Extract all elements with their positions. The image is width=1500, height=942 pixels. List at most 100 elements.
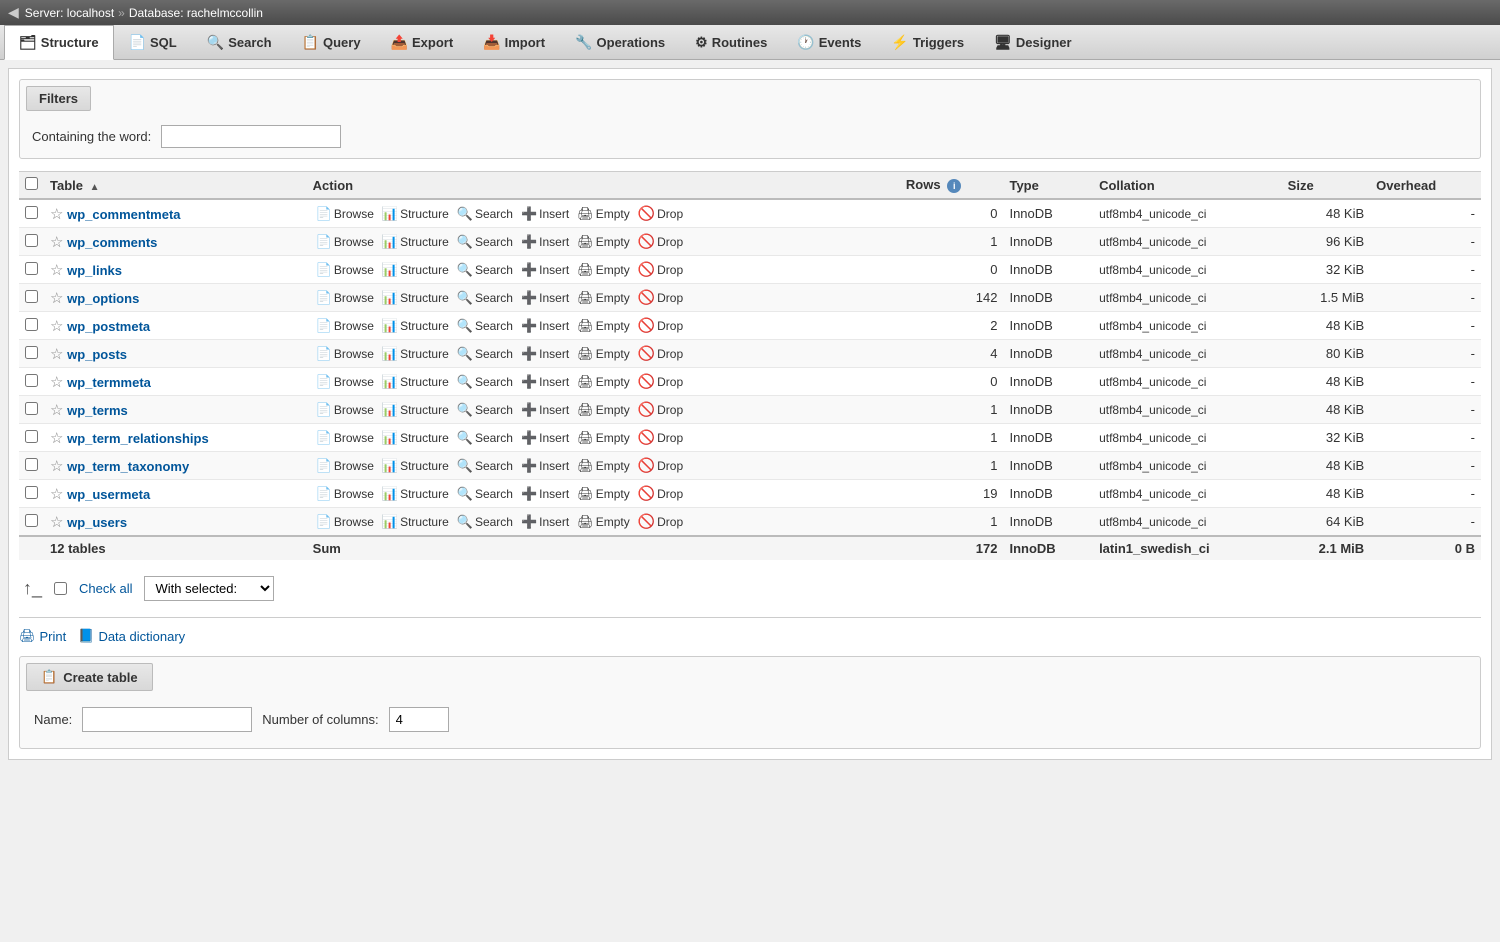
favorite-icon[interactable]: ☆ <box>50 514 63 531</box>
structure-link[interactable]: 📊 Structure <box>379 513 452 531</box>
favorite-icon[interactable]: ☆ <box>50 458 63 475</box>
empty-link[interactable]: 🖨 Empty <box>574 457 633 475</box>
row-checkbox[interactable] <box>25 486 38 499</box>
tab-structure[interactable]: 🗂 Structure <box>4 25 114 60</box>
empty-link[interactable]: 🖨 Empty <box>574 513 633 531</box>
browse-link[interactable]: 📄 Browse <box>313 401 377 419</box>
tab-export[interactable]: 📤 Export <box>376 25 469 59</box>
insert-link[interactable]: ➕ Insert <box>518 233 572 251</box>
drop-link[interactable]: 🚫 Drop <box>635 316 686 335</box>
table-name-link[interactable]: wp_options <box>67 291 139 306</box>
structure-link[interactable]: 📊 Structure <box>379 261 452 279</box>
insert-link[interactable]: ➕ Insert <box>518 513 572 531</box>
row-checkbox[interactable] <box>25 234 38 247</box>
empty-link[interactable]: 🖨 Empty <box>574 485 633 503</box>
tab-operations[interactable]: 🔧 Operations <box>560 25 680 59</box>
favorite-icon[interactable]: ☆ <box>50 430 63 447</box>
insert-link[interactable]: ➕ Insert <box>518 205 572 223</box>
table-name-link[interactable]: wp_posts <box>67 347 127 362</box>
insert-link[interactable]: ➕ Insert <box>518 429 572 447</box>
search-link[interactable]: 🔍 Search <box>454 289 516 307</box>
table-header-name[interactable]: Table ▲ <box>44 172 307 200</box>
table-name-link[interactable]: wp_postmeta <box>67 319 150 334</box>
drop-link[interactable]: 🚫 Drop <box>635 428 686 447</box>
search-link[interactable]: 🔍 Search <box>454 429 516 447</box>
tab-events[interactable]: 🕐 Events <box>782 25 876 59</box>
select-all-checkbox[interactable] <box>25 177 38 190</box>
favorite-icon[interactable]: ☆ <box>50 402 63 419</box>
empty-link[interactable]: 🖨 Empty <box>574 205 633 223</box>
browse-link[interactable]: 📄 Browse <box>313 457 377 475</box>
structure-link[interactable]: 📊 Structure <box>379 485 452 503</box>
favorite-icon[interactable]: ☆ <box>50 318 63 335</box>
drop-link[interactable]: 🚫 Drop <box>635 288 686 307</box>
table-name-link[interactable]: wp_term_relationships <box>67 431 209 446</box>
search-link[interactable]: 🔍 Search <box>454 261 516 279</box>
search-link[interactable]: 🔍 Search <box>454 401 516 419</box>
browse-link[interactable]: 📄 Browse <box>313 345 377 363</box>
table-name-link[interactable]: wp_terms <box>67 403 128 418</box>
row-checkbox[interactable] <box>25 346 38 359</box>
search-link[interactable]: 🔍 Search <box>454 317 516 335</box>
search-link[interactable]: 🔍 Search <box>454 345 516 363</box>
browse-link[interactable]: 📄 Browse <box>313 373 377 391</box>
drop-link[interactable]: 🚫 Drop <box>635 204 686 223</box>
tab-query[interactable]: 📋 Query <box>287 25 376 59</box>
row-checkbox[interactable] <box>25 206 38 219</box>
filter-input[interactable] <box>161 125 341 148</box>
table-name-link[interactable]: wp_termmeta <box>67 375 151 390</box>
search-link[interactable]: 🔍 Search <box>454 485 516 503</box>
structure-link[interactable]: 📊 Structure <box>379 457 452 475</box>
insert-link[interactable]: ➕ Insert <box>518 345 572 363</box>
search-link[interactable]: 🔍 Search <box>454 373 516 391</box>
table-name-link[interactable]: wp_comments <box>67 235 157 250</box>
empty-link[interactable]: 🖨 Empty <box>574 317 633 335</box>
structure-link[interactable]: 📊 Structure <box>379 317 452 335</box>
insert-link[interactable]: ➕ Insert <box>518 261 572 279</box>
favorite-icon[interactable]: ☆ <box>50 206 63 223</box>
row-checkbox[interactable] <box>25 402 38 415</box>
empty-link[interactable]: 🖨 Empty <box>574 289 633 307</box>
favorite-icon[interactable]: ☆ <box>50 486 63 503</box>
empty-link[interactable]: 🖨 Empty <box>574 233 633 251</box>
structure-link[interactable]: 📊 Structure <box>379 429 452 447</box>
insert-link[interactable]: ➕ Insert <box>518 317 572 335</box>
back-button[interactable]: ◀ <box>8 4 19 21</box>
search-link[interactable]: 🔍 Search <box>454 233 516 251</box>
browse-link[interactable]: 📄 Browse <box>313 289 377 307</box>
drop-link[interactable]: 🚫 Drop <box>635 344 686 363</box>
empty-link[interactable]: 🖨 Empty <box>574 345 633 363</box>
browse-link[interactable]: 📄 Browse <box>313 261 377 279</box>
tab-triggers[interactable]: ⚡ Triggers <box>876 25 979 59</box>
row-checkbox[interactable] <box>25 430 38 443</box>
rows-info-icon[interactable]: i <box>947 179 961 193</box>
check-all-checkbox[interactable] <box>54 582 67 595</box>
tab-import[interactable]: 📥 Import <box>468 25 560 59</box>
print-link[interactable]: 🖨 Print <box>19 628 66 644</box>
favorite-icon[interactable]: ☆ <box>50 346 63 363</box>
drop-link[interactable]: 🚫 Drop <box>635 232 686 251</box>
drop-link[interactable]: 🚫 Drop <box>635 260 686 279</box>
table-name-link[interactable]: wp_users <box>67 515 127 530</box>
table-name-link[interactable]: wp_links <box>67 263 122 278</box>
search-link[interactable]: 🔍 Search <box>454 457 516 475</box>
row-checkbox[interactable] <box>25 262 38 275</box>
tab-designer[interactable]: 🖥 Designer <box>979 25 1086 59</box>
tab-search[interactable]: 🔍 Search <box>192 25 287 59</box>
row-checkbox[interactable] <box>25 318 38 331</box>
search-link[interactable]: 🔍 Search <box>454 513 516 531</box>
structure-link[interactable]: 📊 Structure <box>379 205 452 223</box>
favorite-icon[interactable]: ☆ <box>50 374 63 391</box>
drop-link[interactable]: 🚫 Drop <box>635 456 686 475</box>
drop-link[interactable]: 🚫 Drop <box>635 512 686 531</box>
data-dictionary-link[interactable]: 📘 Data dictionary <box>78 628 185 644</box>
empty-link[interactable]: 🖨 Empty <box>574 401 633 419</box>
browse-link[interactable]: 📄 Browse <box>313 429 377 447</box>
drop-link[interactable]: 🚫 Drop <box>635 484 686 503</box>
drop-link[interactable]: 🚫 Drop <box>635 372 686 391</box>
favorite-icon[interactable]: ☆ <box>50 262 63 279</box>
with-selected-dropdown[interactable]: With selected: <box>144 576 274 601</box>
table-name-link[interactable]: wp_commentmeta <box>67 207 180 222</box>
drop-link[interactable]: 🚫 Drop <box>635 400 686 419</box>
structure-link[interactable]: 📊 Structure <box>379 233 452 251</box>
